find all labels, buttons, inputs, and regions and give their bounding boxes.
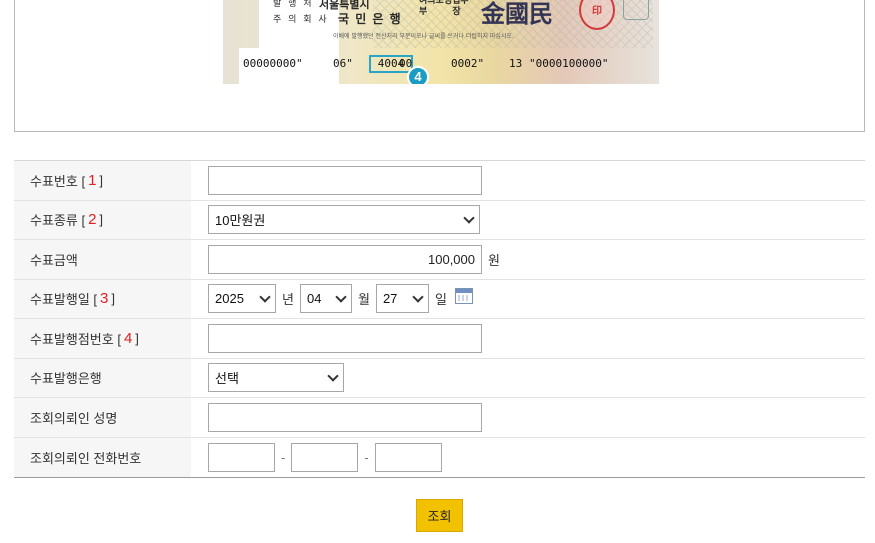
signature-text: 金國民 bbox=[481, 0, 553, 28]
corner-mark bbox=[623, 0, 649, 20]
label-requester-phone: 조회의뢰인 전화번호 bbox=[14, 437, 191, 477]
form-row-branch-number: 수표발행점번호 [4] bbox=[14, 319, 865, 359]
check-type-select[interactable]: 10만원권 bbox=[208, 205, 480, 235]
chevron-down-icon bbox=[335, 291, 347, 303]
requester-name-input[interactable] bbox=[208, 402, 482, 432]
check-sample-image: 발 행 처 서울특별시 주 의 회 사 국 민 은 행 여의도영업부 부 장 金… bbox=[223, 0, 659, 84]
micr-type: 13 bbox=[509, 57, 523, 70]
issue-year-select[interactable]: 2025 bbox=[208, 284, 276, 314]
label-issue-date: 수표발행일 [3] bbox=[14, 279, 191, 318]
check-number-input[interactable] bbox=[208, 165, 482, 195]
form-row-requester-name: 조회의뢰인 성명 bbox=[14, 398, 865, 438]
form-row-bank: 수표발행은행 선택 bbox=[14, 358, 865, 398]
label-check-type: 수표종류 [2] bbox=[14, 200, 191, 239]
chevron-down-icon bbox=[327, 370, 339, 382]
micr-amount: "0000100000" bbox=[529, 57, 609, 70]
branch-number-input[interactable] bbox=[208, 323, 482, 353]
bank-name: 국 민 은 행 bbox=[338, 12, 402, 26]
label-amount: 수표금액 bbox=[14, 240, 191, 279]
phone-part1-input[interactable] bbox=[208, 442, 275, 472]
inquiry-submit-button[interactable]: 조회 bbox=[416, 499, 463, 532]
phone-dash-2: - bbox=[364, 449, 369, 465]
chevron-down-icon bbox=[412, 291, 424, 303]
amount-input[interactable] bbox=[208, 244, 482, 274]
day-unit: 일 bbox=[434, 292, 447, 308]
form-row-issue-date: 수표발행일 [3] 2025 년 04 월 27 일 bbox=[14, 279, 865, 319]
label-branch-number: 수표발행점번호 [4] bbox=[14, 319, 191, 358]
micr-check-number: 00000000" bbox=[243, 57, 303, 70]
phone-part3-input[interactable] bbox=[374, 442, 442, 472]
micr-code: 06" bbox=[333, 57, 353, 70]
form-row-check-number: 수표번호 [1] bbox=[14, 161, 865, 201]
label-requester-name: 조회의뢰인 성명 bbox=[14, 398, 191, 437]
phone-part2-input[interactable] bbox=[291, 442, 359, 472]
fine-print: 이배에 발행했던 전산처리 부분이오나 글씨를 쓰거나 더럽히지 마십시오. bbox=[333, 33, 514, 40]
micr-account: 0002" bbox=[451, 57, 485, 70]
month-unit: 월 bbox=[357, 292, 370, 308]
amount-unit: 원 bbox=[488, 252, 500, 268]
holder-label: 주 의 회 사 bbox=[273, 15, 329, 25]
issue-month-select[interactable]: 04 bbox=[299, 284, 352, 314]
check-sample-panel: 발 행 처 서울특별시 주 의 회 사 국 민 은 행 여의도영업부 부 장 金… bbox=[14, 0, 865, 132]
bank-select[interactable]: 선택 bbox=[208, 363, 344, 393]
label-bank: 수표발행은행 bbox=[14, 358, 191, 397]
form-row-requester-phone: 조회의뢰인 전화번호 - - bbox=[14, 437, 865, 477]
label-check-number: 수표번호 [1] bbox=[14, 161, 191, 200]
form-row-check-type: 수표종류 [2] 10만원권 bbox=[14, 200, 865, 240]
callout-badge-4: 4 bbox=[407, 66, 429, 84]
chevron-down-icon bbox=[259, 291, 271, 303]
issuer-label: 발 행 처 bbox=[273, 0, 314, 9]
calendar-icon[interactable] bbox=[454, 287, 473, 304]
chevron-down-icon bbox=[463, 212, 475, 224]
department: 여의도영업부 부 장 bbox=[419, 0, 469, 17]
year-unit: 년 bbox=[282, 292, 294, 308]
issue-day-select[interactable]: 27 bbox=[375, 284, 429, 314]
form-row-amount: 수표금액 원 bbox=[14, 240, 865, 280]
check-inquiry-form: 수표번호 [1] 수표종류 [2] 10만원권 수표금액 원 수표발행일 [3]… bbox=[14, 160, 865, 478]
phone-dash-1: - bbox=[281, 449, 286, 465]
